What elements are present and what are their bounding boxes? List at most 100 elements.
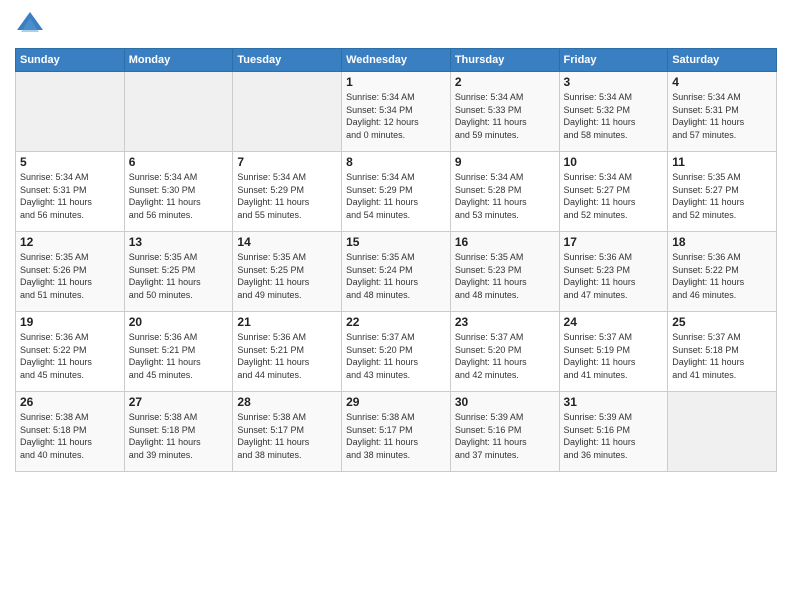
day-info: Sunrise: 5:36 AM Sunset: 5:23 PM Dayligh… xyxy=(564,251,664,301)
day-number: 29 xyxy=(346,395,446,409)
calendar-cell: 17 Sunrise: 5:36 AM Sunset: 5:23 PM Dayli… xyxy=(559,232,668,312)
day-info: Sunrise: 5:38 AM Sunset: 5:17 PM Dayligh… xyxy=(237,411,337,461)
day-info: Sunrise: 5:35 AM Sunset: 5:23 PM Dayligh… xyxy=(455,251,555,301)
day-number: 7 xyxy=(237,155,337,169)
day-info: Sunrise: 5:35 AM Sunset: 5:26 PM Dayligh… xyxy=(20,251,120,301)
day-info: Sunrise: 5:35 AM Sunset: 5:24 PM Dayligh… xyxy=(346,251,446,301)
day-number: 21 xyxy=(237,315,337,329)
page-header xyxy=(15,10,777,40)
calendar-week-2: 5Sunrise: 5:34 AM Sunset: 5:31 PM Daylig… xyxy=(16,152,777,232)
day-number: 1 xyxy=(346,75,446,89)
logo-icon xyxy=(15,10,45,40)
calendar-cell: 20 Sunrise: 5:36 AM Sunset: 5:21 PM Dayli… xyxy=(124,312,233,392)
day-number: 17 xyxy=(564,235,664,249)
day-info: Sunrise: 5:37 AM Sunset: 5:18 PM Dayligh… xyxy=(672,331,772,381)
calendar-table: SundayMondayTuesdayWednesdayThursdayFrid… xyxy=(15,48,777,472)
day-info: Sunrise: 5:36 AM Sunset: 5:21 PM Dayligh… xyxy=(129,331,229,381)
day-number: 11 xyxy=(672,155,772,169)
day-info: Sunrise: 5:34 AM Sunset: 5:31 PM Dayligh… xyxy=(672,91,772,141)
calendar-cell: 19Sunrise: 5:36 AM Sunset: 5:22 PM Dayli… xyxy=(16,312,125,392)
day-number: 22 xyxy=(346,315,446,329)
calendar-cell: 26 Sunrise: 5:38 AM Sunset: 5:18 PM Dayli… xyxy=(16,392,125,472)
calendar-cell: 2 Sunrise: 5:34 AM Sunset: 5:33 PM Daylig… xyxy=(450,72,559,152)
calendar-cell: 14Sunrise: 5:35 AM Sunset: 5:25 PM Dayli… xyxy=(233,232,342,312)
day-info: Sunrise: 5:35 AM Sunset: 5:25 PM Dayligh… xyxy=(129,251,229,301)
day-number: 23 xyxy=(455,315,555,329)
calendar-cell: 25 Sunrise: 5:37 AM Sunset: 5:18 PM Dayli… xyxy=(668,312,777,392)
logo xyxy=(15,10,47,40)
page-container: SundayMondayTuesdayWednesdayThursdayFrid… xyxy=(0,0,792,482)
day-info: Sunrise: 5:36 AM Sunset: 5:22 PM Dayligh… xyxy=(672,251,772,301)
calendar-cell: 1Sunrise: 5:34 AM Sunset: 5:34 PM Daylig… xyxy=(342,72,451,152)
day-number: 4 xyxy=(672,75,772,89)
calendar-cell: 4 Sunrise: 5:34 AM Sunset: 5:31 PM Daylig… xyxy=(668,72,777,152)
day-info: Sunrise: 5:38 AM Sunset: 5:18 PM Dayligh… xyxy=(129,411,229,461)
calendar-cell: 28Sunrise: 5:38 AM Sunset: 5:17 PM Dayli… xyxy=(233,392,342,472)
calendar-cell: 24 Sunrise: 5:37 AM Sunset: 5:19 PM Dayli… xyxy=(559,312,668,392)
day-number: 13 xyxy=(129,235,229,249)
calendar-cell: 7 Sunrise: 5:34 AM Sunset: 5:29 PM Daylig… xyxy=(233,152,342,232)
calendar-week-4: 19Sunrise: 5:36 AM Sunset: 5:22 PM Dayli… xyxy=(16,312,777,392)
day-number: 26 xyxy=(20,395,120,409)
day-number: 9 xyxy=(455,155,555,169)
calendar-cell: 27Sunrise: 5:38 AM Sunset: 5:18 PM Dayli… xyxy=(124,392,233,472)
calendar-cell: 30 Sunrise: 5:39 AM Sunset: 5:16 PM Dayli… xyxy=(450,392,559,472)
calendar-cell: 31Sunrise: 5:39 AM Sunset: 5:16 PM Dayli… xyxy=(559,392,668,472)
calendar-header: SundayMondayTuesdayWednesdayThursdayFrid… xyxy=(16,49,777,72)
day-number: 16 xyxy=(455,235,555,249)
calendar-cell: 15 Sunrise: 5:35 AM Sunset: 5:24 PM Dayli… xyxy=(342,232,451,312)
day-info: Sunrise: 5:38 AM Sunset: 5:18 PM Dayligh… xyxy=(20,411,120,461)
calendar-cell xyxy=(668,392,777,472)
day-info: Sunrise: 5:34 AM Sunset: 5:29 PM Dayligh… xyxy=(237,171,337,221)
calendar-body: 1Sunrise: 5:34 AM Sunset: 5:34 PM Daylig… xyxy=(16,72,777,472)
day-number: 25 xyxy=(672,315,772,329)
day-info: Sunrise: 5:34 AM Sunset: 5:28 PM Dayligh… xyxy=(455,171,555,221)
day-info: Sunrise: 5:35 AM Sunset: 5:27 PM Dayligh… xyxy=(672,171,772,221)
day-info: Sunrise: 5:36 AM Sunset: 5:21 PM Dayligh… xyxy=(237,331,337,381)
day-number: 2 xyxy=(455,75,555,89)
calendar-cell: 21 Sunrise: 5:36 AM Sunset: 5:21 PM Dayli… xyxy=(233,312,342,392)
calendar-cell: 10Sunrise: 5:34 AM Sunset: 5:27 PM Dayli… xyxy=(559,152,668,232)
day-number: 31 xyxy=(564,395,664,409)
day-info: Sunrise: 5:34 AM Sunset: 5:33 PM Dayligh… xyxy=(455,91,555,141)
calendar-cell: 29 Sunrise: 5:38 AM Sunset: 5:17 PM Dayli… xyxy=(342,392,451,472)
weekday-header-thursday: Thursday xyxy=(450,49,559,72)
calendar-cell: 8Sunrise: 5:34 AM Sunset: 5:29 PM Daylig… xyxy=(342,152,451,232)
weekday-header-tuesday: Tuesday xyxy=(233,49,342,72)
weekday-header-wednesday: Wednesday xyxy=(342,49,451,72)
day-number: 12 xyxy=(20,235,120,249)
calendar-week-1: 1Sunrise: 5:34 AM Sunset: 5:34 PM Daylig… xyxy=(16,72,777,152)
day-info: Sunrise: 5:36 AM Sunset: 5:22 PM Dayligh… xyxy=(20,331,120,381)
day-number: 8 xyxy=(346,155,446,169)
weekday-header-friday: Friday xyxy=(559,49,668,72)
calendar-cell xyxy=(233,72,342,152)
day-number: 24 xyxy=(564,315,664,329)
weekday-header-saturday: Saturday xyxy=(668,49,777,72)
day-number: 20 xyxy=(129,315,229,329)
calendar-cell: 9 Sunrise: 5:34 AM Sunset: 5:28 PM Daylig… xyxy=(450,152,559,232)
day-info: Sunrise: 5:38 AM Sunset: 5:17 PM Dayligh… xyxy=(346,411,446,461)
day-info: Sunrise: 5:37 AM Sunset: 5:19 PM Dayligh… xyxy=(564,331,664,381)
day-info: Sunrise: 5:34 AM Sunset: 5:31 PM Dayligh… xyxy=(20,171,120,221)
day-number: 6 xyxy=(129,155,229,169)
calendar-cell: 11 Sunrise: 5:35 AM Sunset: 5:27 PM Dayli… xyxy=(668,152,777,232)
day-number: 30 xyxy=(455,395,555,409)
day-info: Sunrise: 5:37 AM Sunset: 5:20 PM Dayligh… xyxy=(346,331,446,381)
weekday-header-sunday: Sunday xyxy=(16,49,125,72)
day-info: Sunrise: 5:34 AM Sunset: 5:30 PM Dayligh… xyxy=(129,171,229,221)
calendar-week-3: 12 Sunrise: 5:35 AM Sunset: 5:26 PM Dayli… xyxy=(16,232,777,312)
calendar-cell xyxy=(16,72,125,152)
calendar-cell: 12 Sunrise: 5:35 AM Sunset: 5:26 PM Dayli… xyxy=(16,232,125,312)
calendar-cell: 18 Sunrise: 5:36 AM Sunset: 5:22 PM Dayli… xyxy=(668,232,777,312)
day-info: Sunrise: 5:39 AM Sunset: 5:16 PM Dayligh… xyxy=(455,411,555,461)
day-info: Sunrise: 5:37 AM Sunset: 5:20 PM Dayligh… xyxy=(455,331,555,381)
day-number: 15 xyxy=(346,235,446,249)
calendar-cell: 22 Sunrise: 5:37 AM Sunset: 5:20 PM Dayli… xyxy=(342,312,451,392)
day-number: 10 xyxy=(564,155,664,169)
calendar-cell: 3Sunrise: 5:34 AM Sunset: 5:32 PM Daylig… xyxy=(559,72,668,152)
day-number: 18 xyxy=(672,235,772,249)
day-number: 3 xyxy=(564,75,664,89)
day-number: 14 xyxy=(237,235,337,249)
weekday-header-row: SundayMondayTuesdayWednesdayThursdayFrid… xyxy=(16,49,777,72)
calendar-cell: 13 Sunrise: 5:35 AM Sunset: 5:25 PM Dayli… xyxy=(124,232,233,312)
